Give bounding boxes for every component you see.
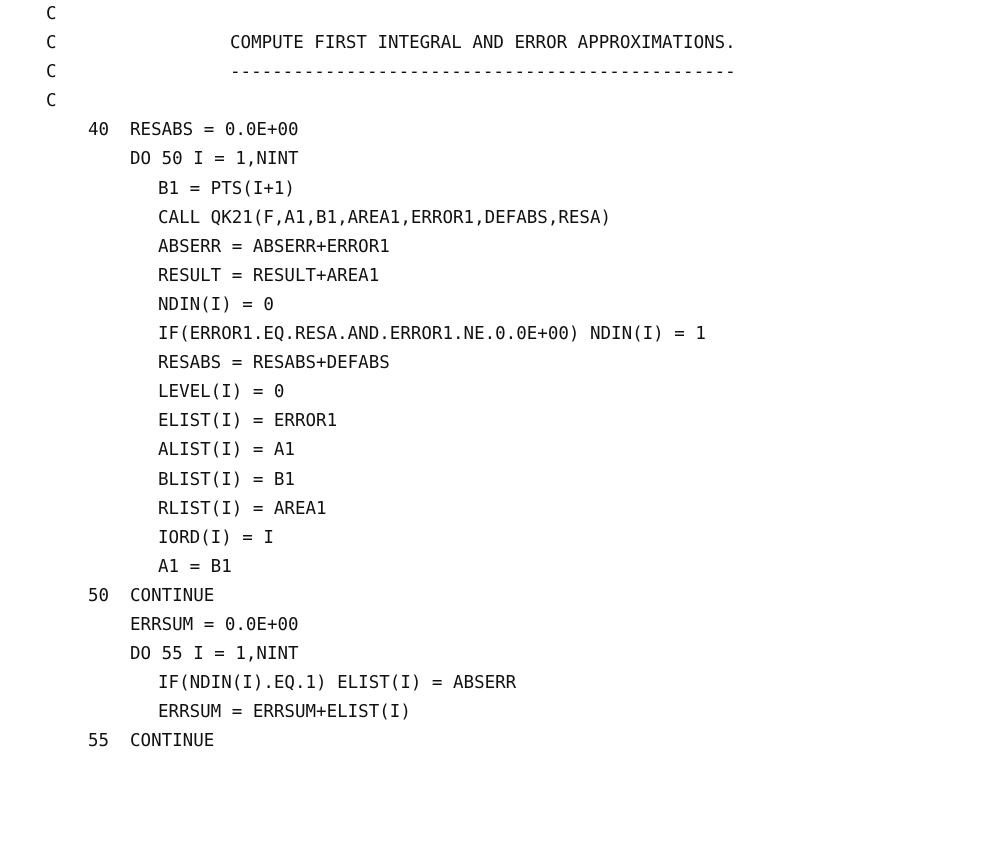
statement: ELIST(I) = ERROR1 [158,411,338,432]
code-line: RESABS = RESABS+DEFABS [0,349,988,378]
comment-marker: C [46,33,57,54]
statement: NDIN(I) = 0 [158,294,274,315]
code-line: ERRSUM = ERRSUM+ELIST(I) [0,698,988,727]
comment-underline: ----------------------------------------… [230,62,736,83]
statement: IORD(I) = I [158,527,274,548]
comment-marker: C [46,4,57,24]
code-line: NDIN(I) = 0 [0,291,988,320]
statement: CALL QK21(F,A1,B1,AREA1,ERROR1,DEFABS,RE… [158,207,612,228]
statement-label: 50 [88,585,110,606]
code-line: IF(ERROR1.EQ.RESA.AND.ERROR1.NE.0.0E+00)… [0,320,988,349]
code-line: BLIST(I) = B1 [0,466,988,495]
statement: A1 = B1 [158,556,232,577]
statement: ALIST(I) = A1 [158,440,295,461]
statement: DO 50 I = 1,NINT [130,149,299,170]
statement: RLIST(I) = AREA1 [158,498,327,519]
code-listing: C C COMPUTE FIRST INTEGRAL AND ERROR APP… [0,0,988,756]
statement: LEVEL(I) = 0 [158,382,285,403]
comment-marker: C [46,62,57,83]
code-line: 50 CONTINUE [0,582,988,611]
code-line: 40 RESABS = 0.0E+00 [0,116,988,145]
code-line: ABSERR = ABSERR+ERROR1 [0,233,988,262]
statement: IF(NDIN(I).EQ.1) ELIST(I) = ABSERR [158,673,517,694]
comment-marker: C [46,91,57,112]
code-line: 55 CONTINUE [0,727,988,756]
comment-text: COMPUTE FIRST INTEGRAL AND ERROR APPROXI… [230,33,736,54]
statement: IF(ERROR1.EQ.RESA.AND.ERROR1.NE.0.0E+00)… [158,324,706,345]
statement: RESULT = RESULT+AREA1 [158,265,380,286]
code-line: CALL QK21(F,A1,B1,AREA1,ERROR1,DEFABS,RE… [0,204,988,233]
statement: RESABS = 0.0E+00 [130,120,299,141]
code-line: RESULT = RESULT+AREA1 [0,262,988,291]
statement-label: 55 [88,731,110,752]
comment-line: C [0,0,988,29]
comment-line: C [0,87,988,116]
code-line: DO 50 I = 1,NINT [0,145,988,174]
code-line: B1 = PTS(I+1) [0,175,988,204]
code-line: ERRSUM = 0.0E+00 [0,611,988,640]
statement: B1 = PTS(I+1) [158,178,295,199]
comment-line: C COMPUTE FIRST INTEGRAL AND ERROR APPRO… [0,29,988,58]
code-line: RLIST(I) = AREA1 [0,495,988,524]
code-line: IORD(I) = I [0,524,988,553]
statement: ABSERR = ABSERR+ERROR1 [158,236,390,257]
statement: ERRSUM = 0.0E+00 [130,614,299,635]
statement-label: 40 [88,120,110,141]
statement: CONTINUE [130,585,215,606]
statement: DO 55 I = 1,NINT [130,644,299,665]
statement: ERRSUM = ERRSUM+ELIST(I) [158,702,411,723]
statement: BLIST(I) = B1 [158,469,295,490]
statement: CONTINUE [130,731,215,752]
statement: RESABS = RESABS+DEFABS [158,353,390,374]
code-line: IF(NDIN(I).EQ.1) ELIST(I) = ABSERR [0,669,988,698]
code-line: DO 55 I = 1,NINT [0,640,988,669]
code-line: LEVEL(I) = 0 [0,378,988,407]
comment-line: C --------------------------------------… [0,58,988,87]
code-line: ALIST(I) = A1 [0,436,988,465]
code-line: ELIST(I) = ERROR1 [0,407,988,436]
code-line: A1 = B1 [0,553,988,582]
